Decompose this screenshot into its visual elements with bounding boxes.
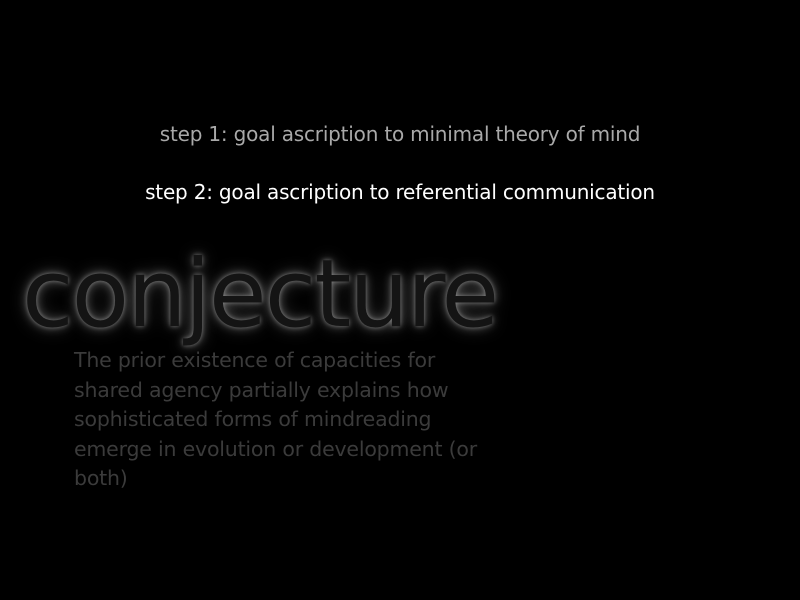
- conjecture-body: The prior existence of capacities for sh…: [74, 348, 477, 490]
- step-2-text: step 2: goal ascription to referential c…: [145, 180, 655, 204]
- conjecture-heading: conjecture: [22, 240, 499, 349]
- step-1-text: step 1: goal ascription to minimal theor…: [159, 122, 641, 146]
- slide: step 1: goal ascription to minimal theor…: [0, 0, 800, 600]
